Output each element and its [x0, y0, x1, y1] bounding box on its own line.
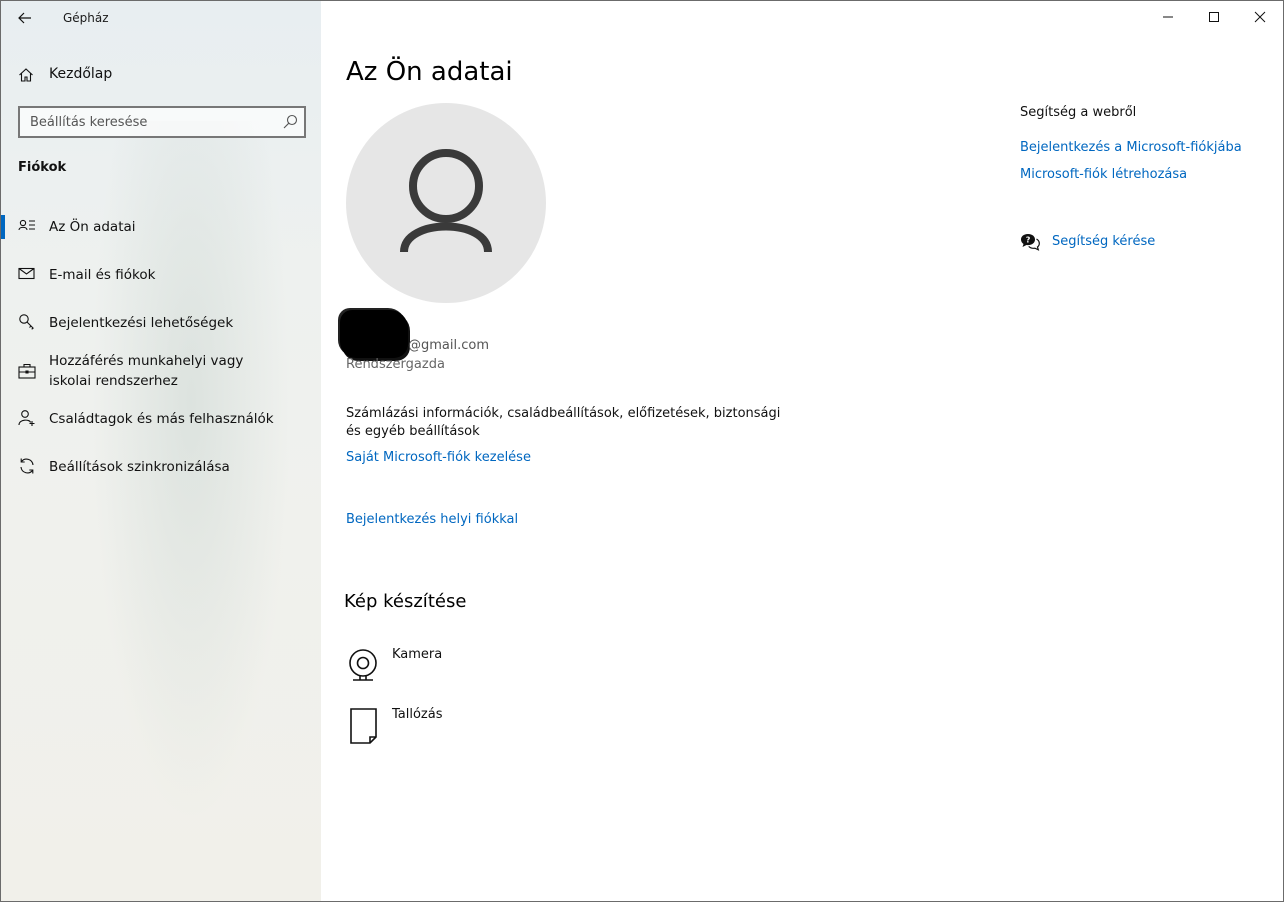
sidebar-item-label: Családtagok és más felhasználók	[49, 411, 274, 427]
user-silhouette-icon	[400, 149, 492, 253]
account-role: Rendszergazda	[346, 357, 445, 372]
sidebar-item-label: E-mail és fiókok	[49, 267, 156, 283]
file-browse-icon	[350, 708, 377, 744]
webcam-icon	[349, 649, 377, 681]
search-icon[interactable]	[282, 114, 298, 130]
person-list-icon	[18, 219, 35, 231]
sidebar-item-family-users[interactable]: Családtagok és más felhasználók	[1, 403, 321, 435]
avatar	[346, 103, 546, 303]
local-account-link[interactable]: Bejelentkezés helyi fiókkal	[346, 512, 518, 527]
help-link-create-account[interactable]: Microsoft-fiók létrehozása	[1020, 167, 1187, 182]
briefcase-icon	[18, 363, 36, 379]
sidebar-item-your-info[interactable]: Az Ön adatai	[1, 211, 321, 243]
maximize-icon	[1209, 12, 1219, 22]
account-email: @gmail.com	[408, 338, 490, 353]
create-picture-heading: Kép készítése	[344, 591, 467, 612]
add-person-icon	[18, 410, 35, 426]
get-help-link[interactable]: Segítség kérése	[1052, 234, 1155, 249]
minimize-icon	[1163, 16, 1173, 18]
search-box	[18, 106, 306, 138]
sidebar-item-label: Bejelentkezési lehetőségek	[49, 315, 234, 331]
sync-icon	[20, 458, 34, 474]
nav-home-label: Kezdőlap	[49, 66, 113, 82]
home-icon	[19, 68, 33, 82]
maximize-button[interactable]	[1191, 1, 1237, 33]
redacted-name	[340, 310, 408, 358]
mail-icon	[18, 267, 35, 280]
browse-button[interactable]: Tallózás	[346, 707, 546, 747]
nav-home[interactable]: Kezdőlap	[1, 59, 321, 91]
page-title: Az Ön adatai	[346, 57, 513, 87]
help-heading: Segítség a webről	[1020, 105, 1137, 120]
minimize-button[interactable]	[1145, 1, 1191, 33]
browse-label: Tallózás	[392, 707, 443, 722]
search-input[interactable]	[20, 108, 270, 136]
active-indicator	[1, 215, 5, 239]
manage-account-link[interactable]: Saját Microsoft-fiók kezelése	[346, 450, 531, 465]
sidebar-item-label: Hozzáférés munkahelyi vagy iskolai rends…	[49, 353, 244, 389]
title-bar-left: Gépház	[1, 1, 321, 35]
sidebar-item-sync[interactable]: Beállítások szinkronizálása	[1, 451, 321, 483]
sidebar-item-label: Az Ön adatai	[49, 219, 136, 235]
sidebar-item-sign-in-options[interactable]: Bejelentkezési lehetőségek	[1, 307, 321, 339]
settings-window: Gépház Kezdőlap Fiókok Az Ön adatai	[0, 0, 1284, 902]
sidebar-item-label: Beállítások szinkronizálása	[49, 459, 230, 475]
sidebar: Gépház Kezdőlap Fiókok Az Ön adatai	[1, 1, 321, 901]
section-label: Fiókok	[18, 160, 67, 175]
back-button[interactable]	[9, 5, 41, 31]
account-description: Számlázási információk, családbeállításo…	[346, 406, 781, 439]
svg-text:?: ?	[1026, 236, 1031, 245]
sidebar-item-work-school[interactable]: Hozzáférés munkahelyi vagy iskolai rends…	[1, 347, 321, 395]
camera-button[interactable]: Kamera	[346, 647, 546, 687]
back-arrow-icon	[18, 12, 31, 24]
close-icon	[1254, 11, 1266, 23]
chat-help-icon: ?	[1021, 234, 1040, 251]
main-content: Az Ön adatai @gmail.com Rendszergazda Sz…	[322, 1, 1284, 901]
camera-label: Kamera	[392, 647, 443, 662]
app-title: Gépház	[63, 11, 109, 25]
close-button[interactable]	[1237, 1, 1283, 33]
key-icon	[19, 314, 34, 330]
sidebar-item-email-accounts[interactable]: E-mail és fiókok	[1, 259, 321, 291]
help-link-sign-in[interactable]: Bejelentkezés a Microsoft-fiókjába	[1020, 140, 1242, 155]
